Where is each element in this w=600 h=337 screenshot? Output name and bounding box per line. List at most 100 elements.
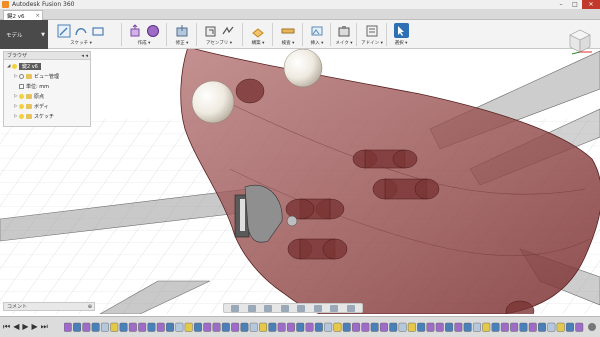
new-component-icon[interactable] (203, 23, 218, 38)
timeline-feature-marker[interactable] (268, 322, 277, 332)
toolbar-group-make[interactable]: メイク ▾ (332, 20, 356, 49)
timeline-feature-marker[interactable] (286, 322, 295, 332)
timeline-feature-marker[interactable] (156, 322, 165, 332)
timeline-feature-marker[interactable] (119, 322, 128, 332)
toolbar-group-modify[interactable]: 修正 ▾ (168, 20, 196, 49)
pan-icon[interactable] (264, 304, 273, 312)
sphere-icon[interactable] (145, 23, 160, 38)
play-icon[interactable]: ▶ (22, 322, 28, 332)
timeline-feature-marker[interactable] (445, 322, 453, 332)
timeline-feature-marker[interactable] (426, 322, 435, 332)
timeline-feature-marker[interactable] (463, 322, 472, 332)
viewports-icon[interactable] (346, 304, 355, 312)
timeline-feature-marker[interactable] (184, 322, 193, 332)
timeline-feature-marker[interactable] (64, 322, 72, 332)
toolbar-group-create[interactable]: 作成 ▾ (124, 20, 164, 49)
browser-item-sketches[interactable]: ▷ スケッチ (14, 112, 54, 121)
toolbar-group-construct[interactable]: 構築 ▾ (244, 20, 272, 49)
select-arrow-icon[interactable] (393, 23, 409, 38)
timeline-feature-marker[interactable] (138, 322, 147, 332)
timeline-feature-marker[interactable] (333, 322, 342, 332)
add-comment-icon[interactable]: ⊕ (88, 304, 92, 310)
fit-icon[interactable] (297, 304, 306, 312)
timeline-feature-marker[interactable] (231, 322, 240, 332)
rectangle-icon[interactable] (91, 23, 106, 38)
toolbar-group-assemble[interactable]: アセンブリ ▾ (198, 20, 240, 49)
display-settings-icon[interactable] (313, 304, 322, 312)
timeline-feature-marker[interactable] (101, 322, 109, 332)
timeline-feature-marker[interactable] (352, 322, 360, 332)
timeline-feature-marker[interactable] (556, 322, 565, 332)
document-tab-close-icon[interactable]: × (35, 13, 40, 19)
visibility-bulb-icon[interactable] (19, 114, 24, 119)
timeline-feature-marker[interactable] (91, 322, 100, 332)
timeline-feature-marker[interactable] (398, 322, 407, 332)
timeline-feature-marker[interactable] (407, 322, 416, 332)
toolbar-group-sketch[interactable]: スケッチ ▾ (52, 20, 110, 49)
timeline-feature-marker[interactable] (249, 322, 258, 332)
browser-item-named-views[interactable]: ▷ ビュー管理 (14, 72, 59, 81)
maximize-button[interactable]: □ (568, 0, 582, 9)
press-pull-icon[interactable] (175, 23, 190, 38)
timeline-feature-marker[interactable] (491, 322, 500, 332)
zoom-icon[interactable] (280, 304, 289, 312)
comments-panel[interactable]: コメント ⊕ (3, 302, 95, 311)
scripts-icon[interactable] (365, 23, 380, 38)
workspace-switcher[interactable]: モデル ▼ (0, 20, 48, 49)
timeline-feature-marker[interactable] (221, 322, 230, 332)
toolbar-group-insert[interactable]: 挿入 ▾ (304, 20, 330, 49)
step-forward-icon[interactable]: ▶ (32, 322, 38, 332)
timeline-feature-marker[interactable] (259, 322, 268, 332)
timeline-feature-marker[interactable] (342, 322, 351, 332)
joint-icon[interactable] (220, 23, 235, 38)
visibility-bulb-icon[interactable] (19, 104, 24, 109)
go-to-start-icon[interactable]: ⏮ (3, 322, 10, 332)
timeline-feature-marker[interactable] (389, 322, 398, 332)
visibility-bulb-icon[interactable] (19, 94, 24, 99)
timeline-feature-marker[interactable] (147, 322, 156, 332)
timeline-feature-marker[interactable] (510, 322, 519, 332)
extrude-icon[interactable] (128, 23, 143, 38)
timeline-feature-marker[interactable] (380, 322, 388, 332)
timeline-feature-marker[interactable] (370, 322, 379, 332)
timeline-feature-marker[interactable] (575, 322, 584, 332)
timeline-feature-marker[interactable] (296, 322, 305, 332)
collapse-panel-icon[interactable]: ◂ ◂ (81, 53, 88, 59)
browser-item-bodies[interactable]: ▷ ボディ (14, 102, 49, 111)
offset-plane-icon[interactable] (251, 23, 266, 38)
toolbar-group-inspect[interactable]: 検査 ▾ (274, 20, 302, 49)
step-back-icon[interactable]: ◀ (13, 322, 19, 332)
toolbar-group-addins[interactable]: アドイン ▾ (358, 20, 386, 49)
arc-icon[interactable] (74, 23, 89, 38)
timeline-feature-marker[interactable] (240, 322, 249, 332)
timeline-feature-marker[interactable] (314, 322, 323, 332)
timeline-feature-marker[interactable] (277, 322, 286, 332)
timeline-feature-marker[interactable] (82, 322, 91, 332)
timeline-feature-marker[interactable] (547, 322, 556, 332)
close-button[interactable]: ✕ (582, 0, 600, 9)
timeline-feature-marker[interactable] (454, 322, 463, 332)
browser-root-node[interactable]: ◢ 鍵2 v6 (7, 62, 41, 71)
timeline-feature-marker[interactable] (324, 322, 333, 332)
document-tab[interactable]: 鍵2 v6 × (3, 10, 43, 20)
browser-item-units[interactable]: 単位: mm (19, 82, 49, 91)
timeline-feature-marker[interactable] (482, 322, 491, 332)
timeline-feature-marker[interactable] (538, 322, 546, 332)
timeline-feature-marker[interactable] (175, 322, 184, 332)
timeline-feature-marker[interactable] (73, 322, 82, 332)
insert-image-icon[interactable] (310, 23, 325, 38)
viewcube[interactable] (564, 25, 594, 55)
timeline-feature-marker[interactable] (566, 322, 574, 332)
gear-icon[interactable] (588, 323, 596, 331)
timeline-feature-marker[interactable] (203, 322, 212, 332)
timeline-feature-marker[interactable] (305, 322, 314, 332)
minimize-button[interactable]: – (554, 0, 568, 9)
timeline-feature-marker[interactable] (361, 322, 370, 332)
timeline-feature-strip[interactable] (64, 322, 586, 333)
look-at-icon[interactable] (247, 304, 256, 312)
visibility-bulb-icon[interactable] (12, 64, 17, 69)
browser-item-origin[interactable]: ▷ 原点 (14, 92, 44, 101)
timeline-feature-marker[interactable] (128, 322, 137, 332)
timeline-feature-marker[interactable] (212, 322, 221, 332)
timeline-feature-marker[interactable] (435, 322, 444, 332)
